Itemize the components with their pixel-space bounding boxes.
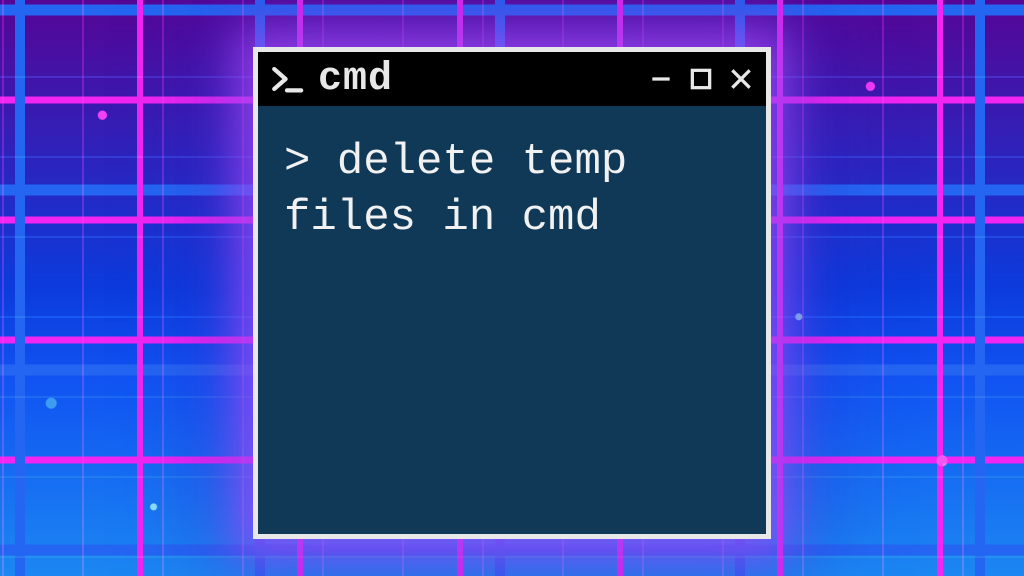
window-titlebar[interactable]: cmd xyxy=(258,52,766,106)
close-button[interactable] xyxy=(726,64,756,94)
window-controls xyxy=(646,64,756,94)
terminal-body[interactable]: > delete temp files in cmd xyxy=(258,106,766,534)
terminal-prompt-icon xyxy=(270,62,304,96)
minimize-button[interactable] xyxy=(646,64,676,94)
maximize-button[interactable] xyxy=(686,64,716,94)
terminal-command-text: delete temp files in cmd xyxy=(284,137,654,243)
terminal-prompt-symbol: > xyxy=(284,137,337,187)
window-title: cmd xyxy=(318,57,632,102)
terminal-window: cmd > delete temp files in cmd xyxy=(253,47,771,539)
